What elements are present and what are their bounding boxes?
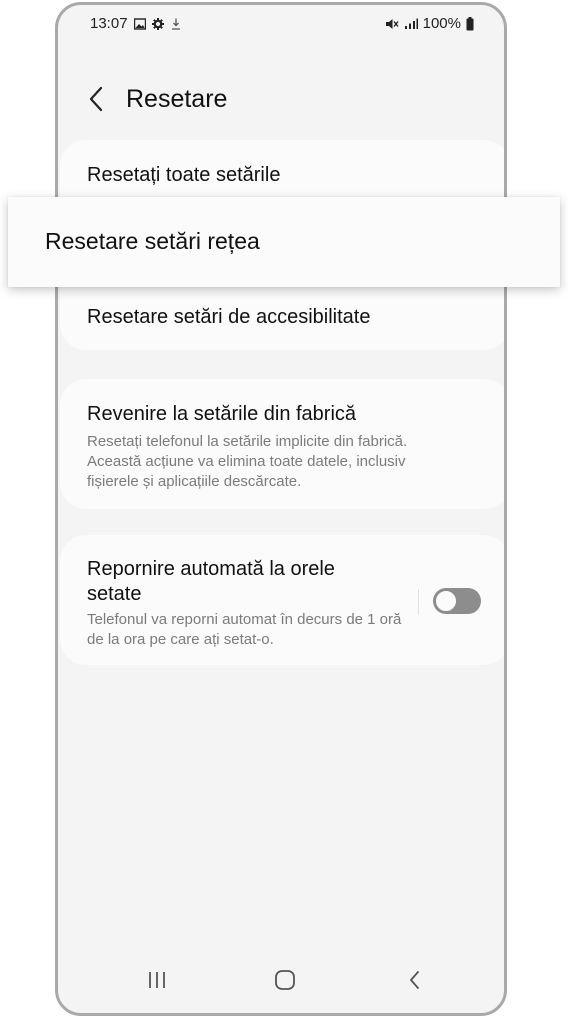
reset-network-settings-label: Resetare setări rețea — [45, 228, 260, 254]
phone-frame: 13:07 100% Resetare Resetați toate setăr… — [55, 2, 507, 1016]
chevron-left-icon[interactable] — [84, 84, 110, 114]
auto-restart-description: Telefonul va reporni automat în decurs d… — [87, 611, 402, 648]
auto-restart-title: Repornire automată la orele setate — [87, 558, 335, 605]
status-bar-right: 100% — [385, 15, 474, 32]
reset-network-settings-item[interactable]: Resetare setări rețea — [8, 197, 560, 287]
back-icon[interactable] — [404, 969, 426, 991]
recent-apps-icon[interactable] — [146, 969, 168, 991]
screenshot-stage: 13:07 100% Resetare Resetați toate setăr… — [0, 0, 568, 1020]
status-time: 13:07 — [90, 15, 128, 32]
image-icon — [133, 17, 146, 30]
auto-restart-card[interactable]: Repornire automată la orele setate Telef… — [60, 535, 504, 665]
page-title: Resetare — [126, 85, 228, 113]
factory-reset-description: Resetați telefonul la setările implicite… — [87, 433, 408, 490]
mute-icon — [385, 18, 399, 29]
toggle-divider — [418, 589, 419, 615]
toggle-knob — [434, 589, 458, 613]
status-bar-left: 13:07 — [90, 15, 182, 32]
reset-all-settings-item[interactable]: Resetați toate setările — [87, 164, 280, 187]
factory-reset-card[interactable]: Revenire la setările din fabrică Resetaț… — [60, 379, 504, 509]
battery-icon — [466, 16, 474, 30]
battery-percent: 100% — [422, 15, 461, 32]
signal-icon — [404, 18, 418, 29]
navigation-bar — [58, 961, 504, 1001]
factory-reset-title: Revenire la setările din fabrică — [87, 403, 357, 425]
app-header: Resetare — [58, 75, 504, 125]
reset-accessibility-settings-item[interactable]: Resetare setări de accesibilitate — [87, 306, 370, 329]
auto-restart-toggle[interactable] — [433, 588, 481, 614]
gear-icon — [151, 17, 164, 30]
status-bar: 13:07 100% — [58, 5, 504, 43]
home-icon[interactable] — [274, 969, 296, 991]
download-icon — [171, 18, 180, 30]
